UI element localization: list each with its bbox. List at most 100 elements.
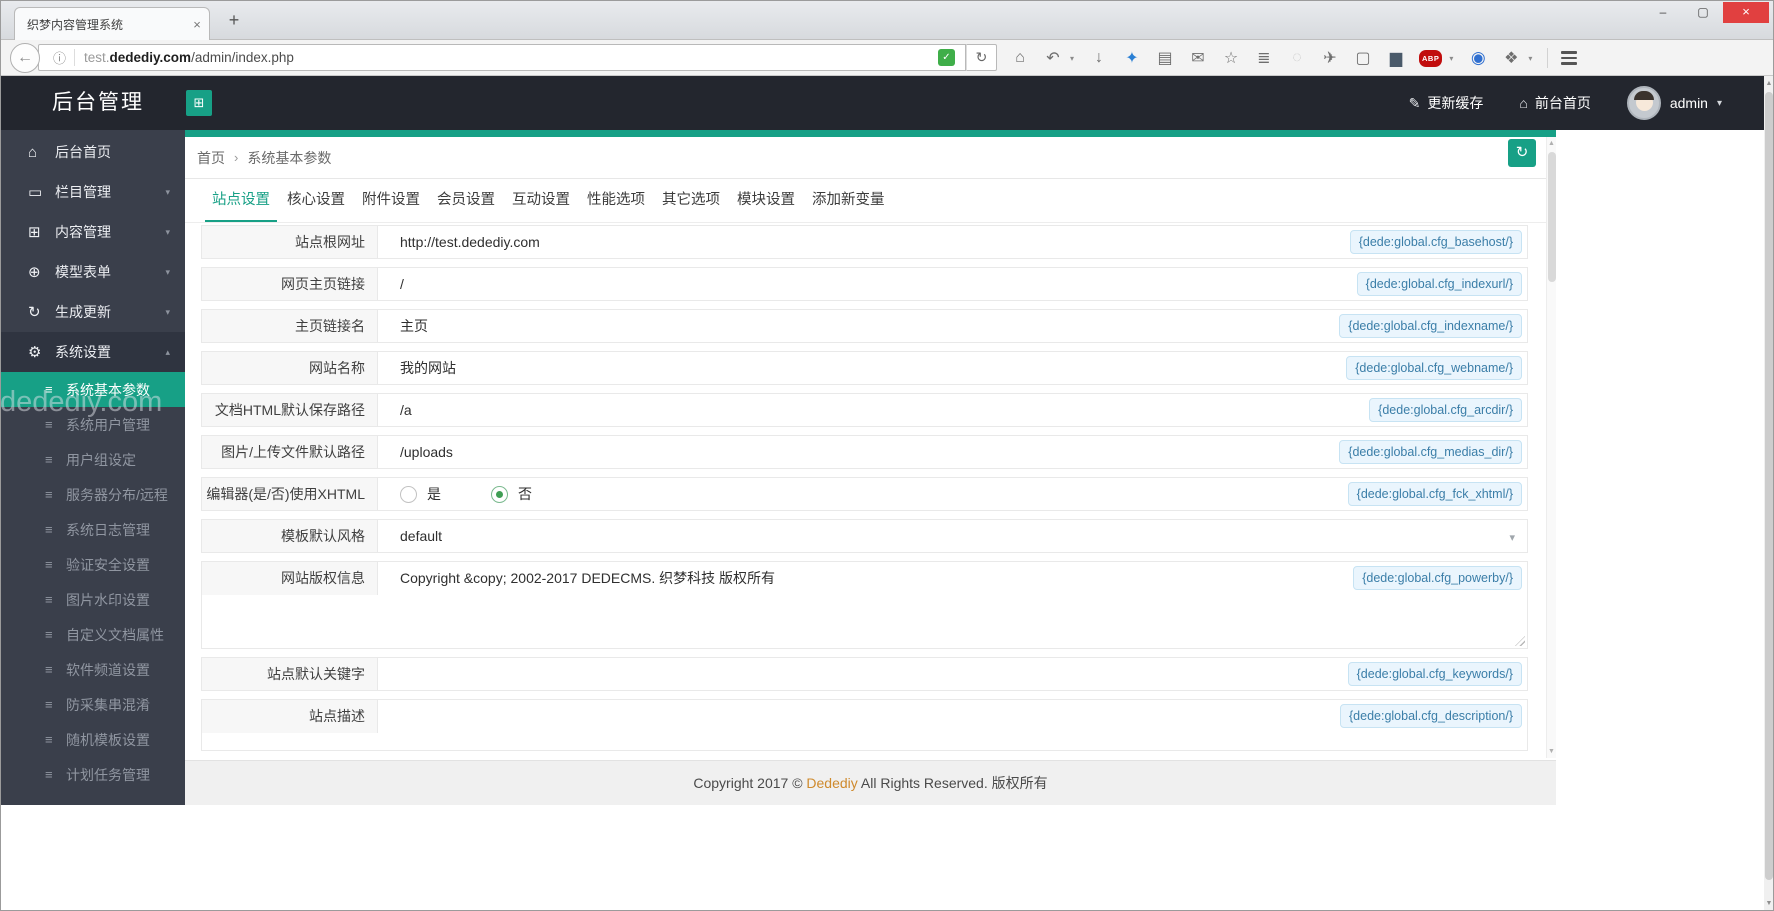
bookmark-star-icon[interactable]: ☆	[1221, 48, 1241, 68]
form-row-xhtml: 编辑器(是/否)使用XHTML 是 否 {dede:global.cfg_fck…	[201, 477, 1528, 511]
sidebar-item-content[interactable]: ⊞ 内容管理 ▾	[0, 212, 185, 252]
sidebar-item-system-settings[interactable]: ⚙ 系统设置 ▴	[0, 332, 185, 372]
breadcrumb-home[interactable]: 首页	[197, 148, 225, 168]
tab-core-settings[interactable]: 核心设置	[280, 179, 352, 222]
scroll-down-icon[interactable]: ▼	[1764, 900, 1774, 907]
chevron-up-icon: ▴	[165, 346, 170, 357]
mic-extension-icon[interactable]: ◉	[1468, 48, 1488, 68]
tab-performance-options[interactable]: 性能选项	[580, 179, 652, 222]
indexurl-input[interactable]: /	[378, 268, 1527, 300]
sidebar-toggle-icon[interactable]: ▢	[1353, 48, 1373, 68]
tablet-icon[interactable]: ▤	[1155, 48, 1175, 68]
tab-member-settings[interactable]: 会员设置	[430, 179, 502, 222]
radio-unselected-icon[interactable]	[400, 485, 417, 503]
radio-option-yes[interactable]: 是	[400, 478, 441, 510]
select-caret-icon[interactable]: ▾	[1509, 531, 1515, 544]
list-icon: ≡	[45, 382, 53, 397]
template-tag: {dede:global.cfg_indexname/}	[1339, 314, 1522, 339]
sidebar-subitem-custom-fields[interactable]: ≡ 自定义文档属性	[0, 617, 185, 652]
tab-site-settings[interactable]: 站点设置	[205, 179, 277, 222]
menu-hamburger-icon[interactable]	[1561, 49, 1578, 66]
new-tab-button[interactable]: +	[222, 10, 246, 31]
sidebar-subitem-user-manage[interactable]: ≡ 系统用户管理	[0, 407, 185, 442]
field-label: 文档HTML默认保存路径	[202, 394, 378, 426]
radio-selected-icon[interactable]	[491, 485, 508, 503]
back-button[interactable]: ←	[10, 43, 40, 73]
site-info-icon[interactable]: ⓘ	[39, 48, 74, 67]
update-cache-link[interactable]: ✎ 更新缓存	[1409, 93, 1484, 113]
tab-attachment-settings[interactable]: 附件设置	[355, 179, 427, 222]
admin-header: 后台管理 ⊞ ✎ 更新缓存 ⌂ 前台首页 admin ▾	[0, 76, 1764, 130]
tab-other-options[interactable]: 其它选项	[655, 179, 727, 222]
refresh-button[interactable]: ↻	[1508, 139, 1536, 167]
home-icon: ⌂	[28, 143, 38, 161]
home-icon[interactable]: ⌂	[1010, 49, 1030, 67]
tab-close-icon[interactable]: ×	[185, 17, 209, 32]
arcdir-input[interactable]: /a	[378, 394, 1527, 426]
sidebar-item-generate[interactable]: ↻ 生成更新 ▾	[0, 292, 185, 332]
extension-icon[interactable]: ❖	[1501, 48, 1521, 68]
list-icon: ≡	[45, 732, 53, 747]
sidebar-subitem-software-channel[interactable]: ≡ 软件频道设置	[0, 652, 185, 687]
form-row-indexname: 主页链接名 主页 {dede:global.cfg_indexname/}	[201, 309, 1528, 343]
sidebar-item-models[interactable]: ⊕ 模型表单 ▾	[0, 252, 185, 292]
window-controls: – ▢ ×	[1643, 2, 1769, 23]
tab-module-settings[interactable]: 模块设置	[730, 179, 802, 222]
undo-caret-icon[interactable]: ▾	[1068, 54, 1076, 63]
rss-icon[interactable]: ◌	[1287, 49, 1307, 67]
content-scrollbar[interactable]: ▲ ▼	[1546, 137, 1556, 758]
template-tag: {dede:global.cfg_fck_xhtml/}	[1347, 482, 1522, 507]
sidebar-collapse-button[interactable]: ⊞	[186, 90, 212, 116]
browser-scrollbar[interactable]: ▲ ▼	[1764, 76, 1774, 911]
radio-option-no[interactable]: 否	[491, 478, 532, 510]
sidebar-subitem-server-remote[interactable]: ≡ 服务器分布/远程	[0, 477, 185, 512]
bird-extension-icon[interactable]: ✦	[1122, 48, 1142, 68]
sidebar-subitem-task-schedule[interactable]: ≡ 计划任务管理	[0, 757, 185, 792]
list-icon: ≡	[45, 452, 53, 467]
scrollbar-thumb[interactable]	[1548, 152, 1556, 282]
reload-button[interactable]: ↻	[966, 44, 997, 71]
sidebar-subitem-anti-collect[interactable]: ≡ 防采集串混淆	[0, 687, 185, 722]
close-button[interactable]: ×	[1723, 2, 1769, 23]
scroll-up-icon[interactable]: ▲	[1547, 140, 1556, 147]
sidebar-subitem-random-template[interactable]: ≡ 随机模板设置	[0, 722, 185, 757]
send-plane-icon[interactable]: ✈	[1320, 48, 1340, 68]
maximize-button[interactable]: ▢	[1683, 2, 1723, 23]
extension-caret-icon[interactable]: ▾	[1526, 54, 1534, 63]
sidebar-item-admin-home[interactable]: ⌂ 后台首页	[0, 132, 185, 172]
content-footer: Copyright 2017 © Dedediy All Rights Rese…	[185, 760, 1556, 805]
adblock-icon[interactable]: ABP	[1419, 49, 1443, 67]
address-bar[interactable]: ⓘ test.dedediy.com/admin/index.php ✓	[38, 44, 966, 71]
eraser-icon: ✎	[1408, 94, 1421, 111]
front-home-link[interactable]: ⌂ 前台首页	[1519, 93, 1590, 113]
breadcrumb-current: 系统基本参数	[247, 149, 332, 166]
mail-icon[interactable]: ✉	[1188, 48, 1208, 68]
form-row-basehost: 站点根网址 http://test.dedediy.com {dede:glob…	[201, 225, 1528, 259]
user-menu[interactable]: admin ▾	[1626, 86, 1722, 120]
sidebar-subitem-user-group[interactable]: ≡ 用户组设定	[0, 442, 185, 477]
sidebar-item-columns[interactable]: ▭ 栏目管理 ▾	[0, 172, 185, 212]
tab-interaction-settings[interactable]: 互动设置	[505, 179, 577, 222]
scrollbar-thumb[interactable]	[1765, 92, 1773, 880]
url-text[interactable]: test.dedediy.com/admin/index.php	[84, 50, 294, 65]
sidebar-subitem-system-log[interactable]: ≡ 系统日志管理	[0, 512, 185, 547]
tab-add-variable[interactable]: 添加新变量	[805, 179, 892, 222]
folder-icon[interactable]: ▆	[1386, 48, 1406, 68]
minimize-button[interactable]: –	[1643, 2, 1683, 23]
undo-icon[interactable]: ↶	[1043, 48, 1063, 68]
security-shield-icon[interactable]: ✓	[938, 49, 955, 66]
gear-icon: ⚙	[28, 344, 42, 361]
template-style-select[interactable]: default	[378, 520, 1527, 552]
browser-tab[interactable]: 织梦内容管理系统 ×	[14, 7, 210, 41]
scroll-down-icon[interactable]: ▼	[1547, 748, 1556, 755]
footer-brand-link[interactable]: Dedediy	[806, 775, 857, 791]
list-icon: ≡	[45, 697, 53, 712]
scroll-up-icon[interactable]: ▲	[1764, 80, 1774, 87]
sidebar-subitem-watermark[interactable]: ≡ 图片水印设置	[0, 582, 185, 617]
sidebar-subitem-verify-security[interactable]: ≡ 验证安全设置	[0, 547, 185, 582]
clipboard-icon[interactable]: ≣	[1254, 48, 1274, 68]
adblock-caret-icon[interactable]: ▾	[1447, 54, 1455, 63]
sidebar-subitem-basic-params[interactable]: ≡ 系统基本参数	[0, 372, 185, 407]
downloads-icon[interactable]: ↓	[1089, 49, 1109, 67]
template-tag: {dede:global.cfg_arcdir/}	[1369, 398, 1522, 423]
